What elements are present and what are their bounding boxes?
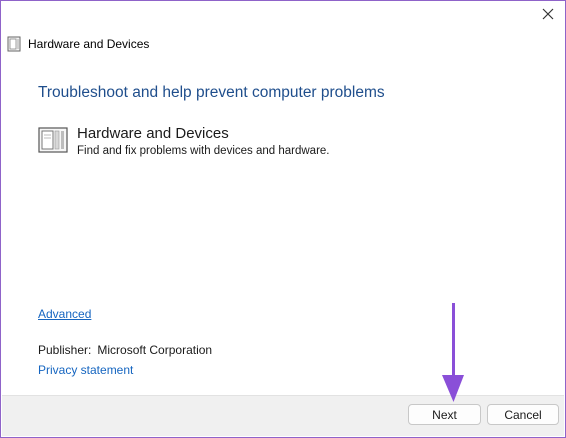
publisher-value: Microsoft Corporation [97, 343, 213, 357]
troubleshooter-item: Hardware and Devices Find and fix proble… [37, 125, 330, 157]
troubleshooter-title: Hardware and Devices [77, 125, 229, 142]
troubleshooter-description: Find and fix problems with devices and h… [77, 145, 330, 157]
close-icon [542, 8, 554, 20]
cancel-button[interactable]: Cancel [487, 404, 559, 425]
troubleshooter-text: Hardware and Devices Find and fix proble… [77, 125, 330, 157]
annotation-arrow [442, 303, 464, 402]
advanced-link[interactable]: Advanced [38, 307, 91, 321]
dialog-window: Hardware and Devices Troubleshoot and he… [0, 0, 566, 438]
publisher-line: Publisher: Microsoft Corporation [38, 343, 212, 357]
title-bar: Hardware and Devices [7, 35, 149, 53]
dialog-footer: Next Cancel [2, 395, 564, 436]
next-button[interactable]: Next [408, 404, 481, 425]
privacy-statement-link[interactable]: Privacy statement [38, 363, 133, 377]
troubleshooter-icon [7, 36, 21, 52]
hardware-devices-icon [38, 127, 68, 153]
publisher-label: Publisher: [38, 343, 92, 357]
window-title: Hardware and Devices [28, 37, 150, 51]
page-heading: Troubleshoot and help prevent computer p… [38, 84, 385, 101]
close-button[interactable] [531, 1, 565, 27]
